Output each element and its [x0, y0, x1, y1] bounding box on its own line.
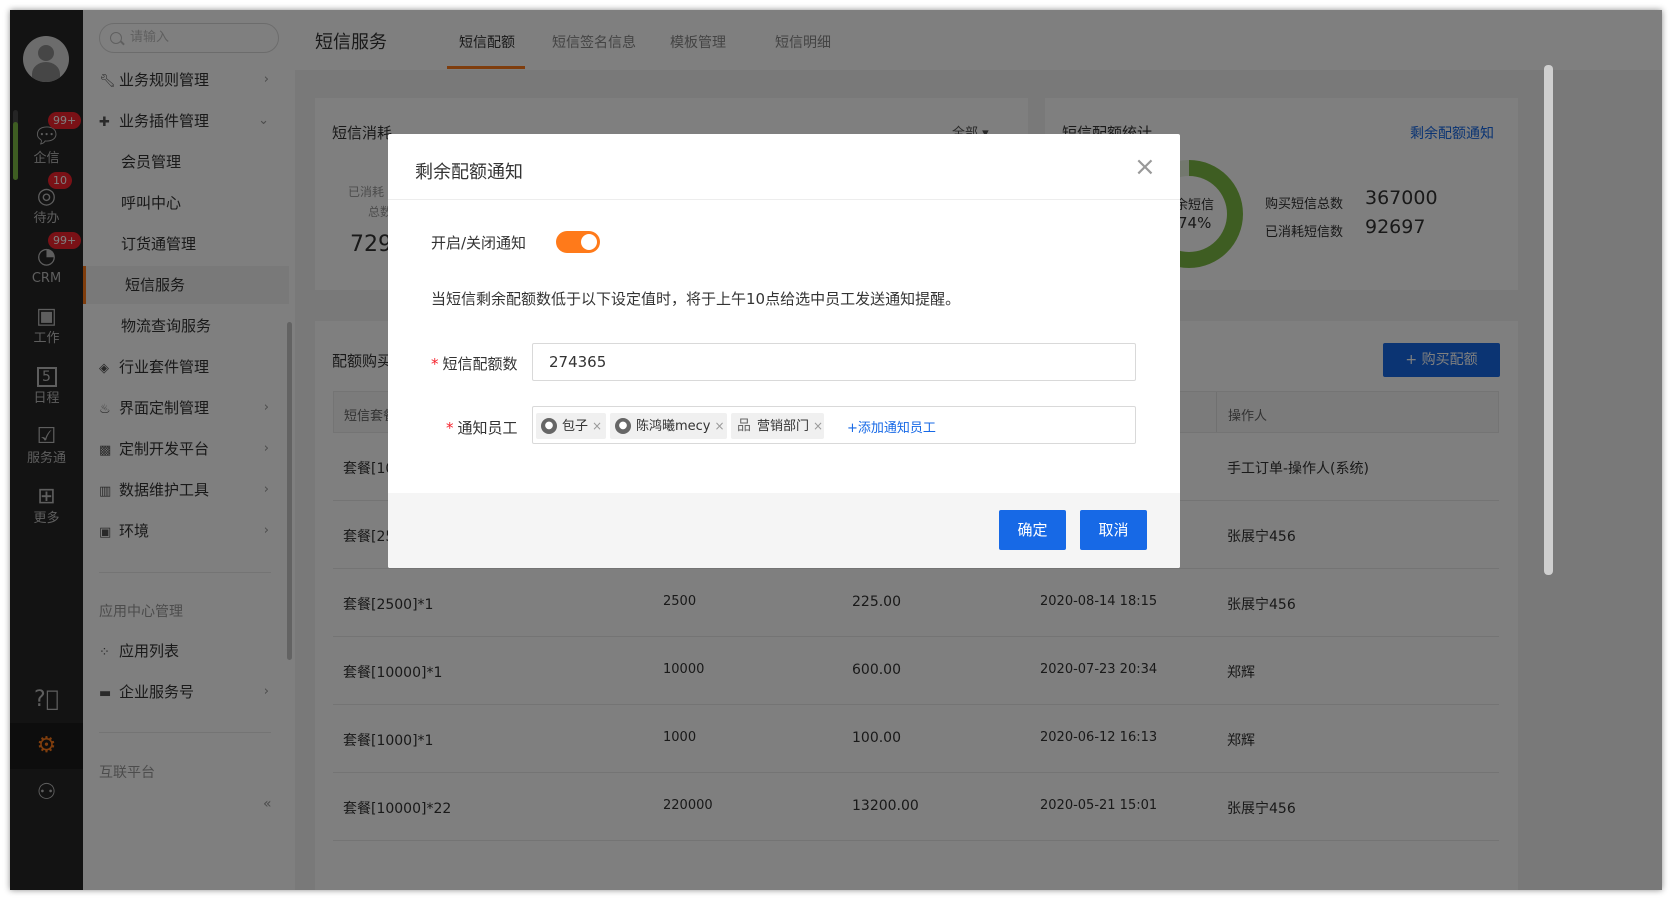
employee-tag-input[interactable]: ● 包子 × ● 陈鸿曦mecy × 品营销部门 × +添加通知员工: [532, 406, 1136, 444]
quota-label: * 短信配额数: [431, 355, 518, 373]
modal-footer: 确定 取消: [388, 493, 1180, 568]
remove-tag-icon[interactable]: ×: [813, 419, 823, 433]
employees-label: * 通知员工: [446, 419, 518, 437]
modal-header: 剩余配额通知 ×: [388, 134, 1180, 200]
remove-tag-icon[interactable]: ×: [715, 419, 725, 433]
close-icon[interactable]: ×: [1134, 154, 1156, 180]
page-scrollbar[interactable]: [1544, 65, 1553, 575]
user-icon: ●: [615, 418, 631, 434]
org-chart-icon: 品: [737, 418, 751, 434]
add-employee-link[interactable]: +添加通知员工: [847, 417, 936, 436]
cancel-button[interactable]: 取消: [1080, 510, 1147, 550]
toggle-label: 开启/关闭通知: [431, 234, 527, 252]
user-icon: ●: [541, 418, 557, 434]
remove-tag-icon[interactable]: ×: [592, 419, 602, 433]
confirm-button[interactable]: 确定: [999, 510, 1066, 550]
modal-description: 当短信剩余配额数低于以下设定值时，将于上午10点给选中员工发送通知提醒。: [431, 290, 961, 308]
remaining-quota-modal: 剩余配额通知 × 开启/关闭通知 当短信剩余配额数低于以下设定值时，将于上午10…: [388, 134, 1180, 568]
app-window: 💬︎ 99+ 企信 ◎ 10 待办 ◔ 99+ CRM ▣ 工作 5 日程 ☑ …: [10, 10, 1662, 890]
notification-toggle[interactable]: [556, 231, 600, 253]
modal-title: 剩余配额通知: [415, 162, 523, 183]
employee-tag: ● 陈鸿曦mecy ×: [610, 413, 727, 439]
department-tag: 品营销部门 ×: [731, 413, 824, 439]
employee-tag: ● 包子 ×: [536, 413, 606, 439]
quota-input[interactable]: 274365: [532, 343, 1136, 381]
